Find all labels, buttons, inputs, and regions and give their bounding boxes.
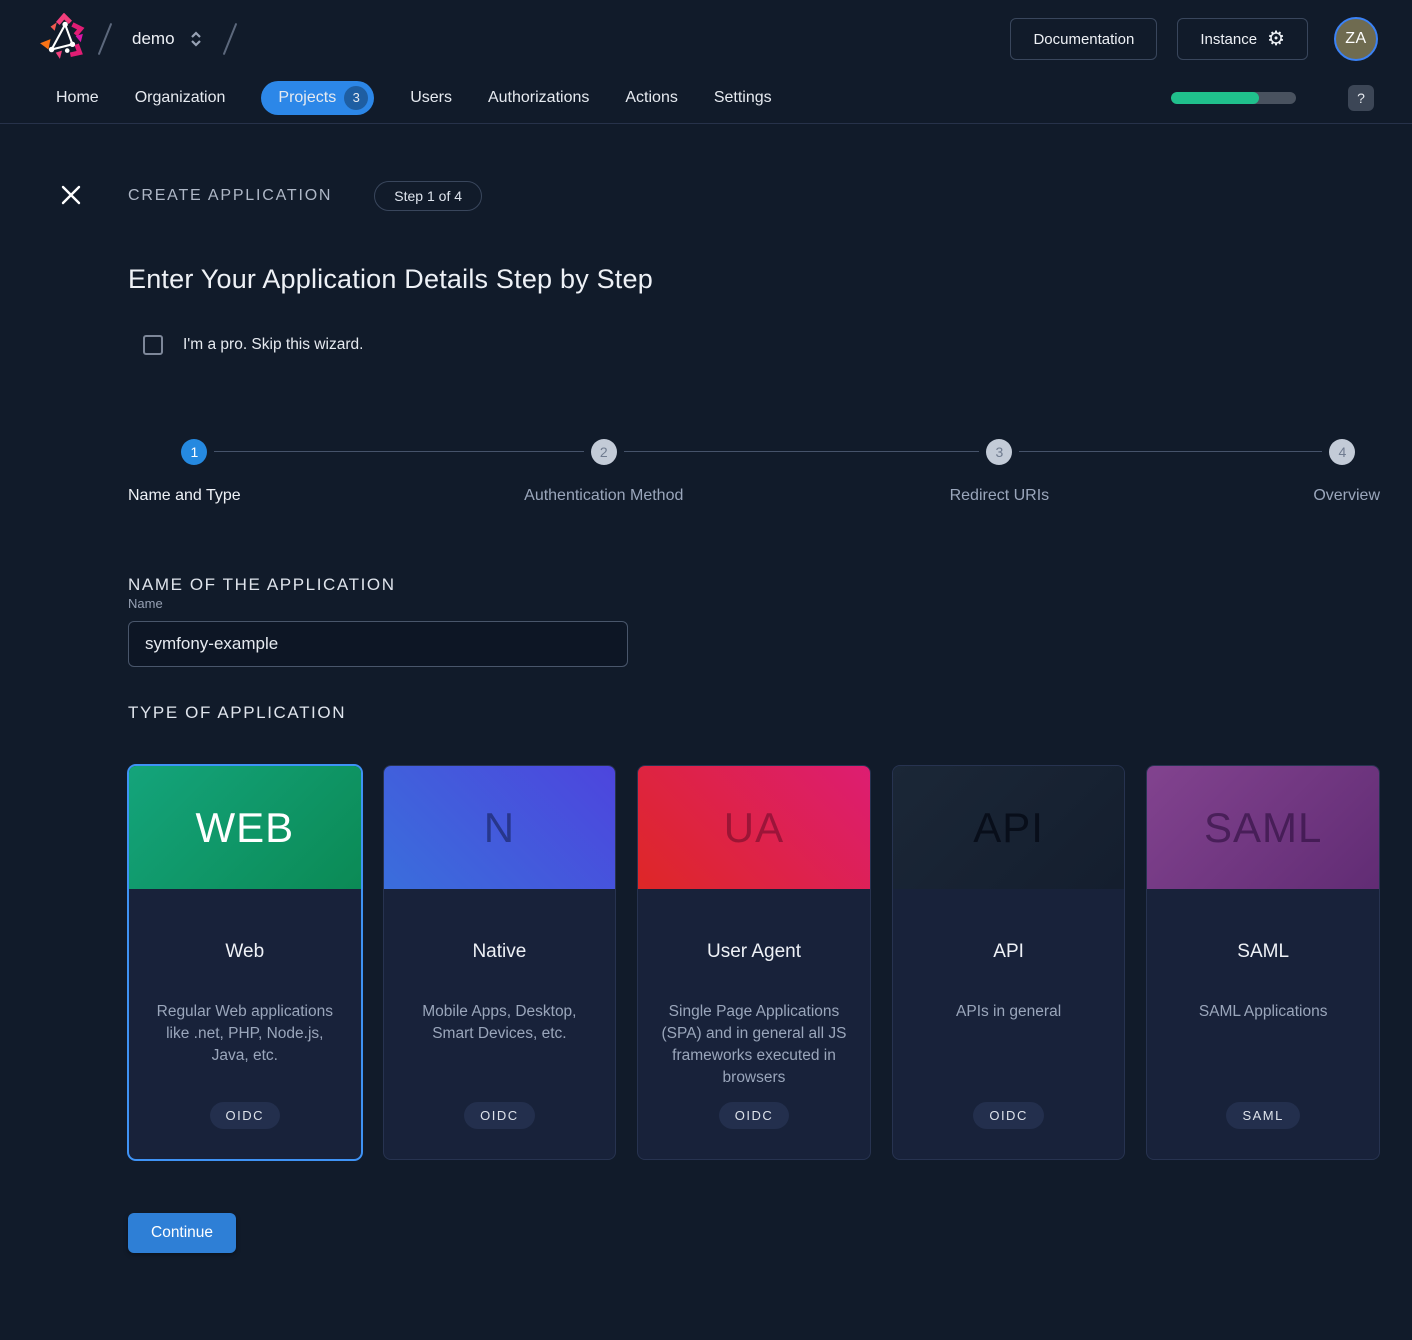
type-card-user-agent-header: UA — [638, 766, 870, 889]
projects-count-badge: 3 — [344, 86, 368, 110]
nav-item-home[interactable]: Home — [56, 83, 99, 113]
step-label-name-and-type: Name and Type — [128, 487, 241, 505]
step-indicator-badge: Step 1 of 4 — [374, 181, 482, 211]
type-card-saml-letter: SAML — [1204, 804, 1322, 852]
breadcrumb-separator — [98, 23, 113, 55]
type-card-saml-header: SAML — [1147, 766, 1379, 889]
type-card-description: SAML Applications — [1199, 1001, 1328, 1023]
application-type-cards: WEB Web Regular Web applications like .n… — [128, 765, 1380, 1160]
documentation-button[interactable]: Documentation — [1010, 18, 1157, 60]
wizard-header: CREATE APPLICATION Step 1 of 4 — [57, 181, 1412, 211]
type-card-web-body: Web Regular Web applications like .net, … — [129, 889, 361, 1159]
type-card-api-letter: API — [973, 804, 1044, 852]
type-card-native-body: Native Mobile Apps, Desktop, Smart Devic… — [384, 889, 616, 1159]
type-card-api-header: API — [893, 766, 1125, 889]
org-switcher-label[interactable]: demo — [132, 29, 175, 49]
skip-wizard-row[interactable]: I'm a pro. Skip this wizard. — [143, 335, 1412, 355]
zitadel-logo[interactable] — [38, 13, 86, 66]
instance-button-label: Instance — [1200, 31, 1257, 48]
protocol-badge: SAML — [1226, 1102, 1299, 1129]
stepper-connector — [214, 451, 583, 452]
type-card-title: SAML — [1237, 941, 1289, 963]
type-card-user-agent[interactable]: UA User Agent Single Page Applications (… — [637, 765, 871, 1160]
wizard-heading: Enter Your Application Details Step by S… — [128, 264, 1412, 295]
type-section-title: TYPE OF APPLICATION — [128, 703, 1412, 723]
type-card-native[interactable]: N Native Mobile Apps, Desktop, Smart Dev… — [383, 765, 617, 1160]
type-card-web-letter: WEB — [195, 804, 294, 852]
help-button[interactable]: ? — [1348, 85, 1374, 111]
type-card-user-agent-letter: UA — [724, 804, 784, 852]
type-card-description: Mobile Apps, Desktop, Smart Devices, etc… — [401, 1001, 599, 1045]
nav-item-projects-label: Projects — [278, 89, 336, 107]
close-icon[interactable] — [57, 182, 85, 210]
type-card-native-header: N — [384, 766, 616, 889]
breadcrumb-separator — [222, 23, 237, 55]
protocol-badge: OIDC — [973, 1102, 1044, 1129]
page-title: CREATE APPLICATION — [128, 187, 332, 205]
step-label-overview: Overview — [1313, 487, 1380, 505]
skip-wizard-checkbox[interactable] — [143, 335, 163, 355]
type-card-title: Web — [225, 941, 264, 963]
stepper-connector — [624, 451, 980, 452]
wizard-stepper: 1 2 3 4 Name and Type Authentication Met… — [128, 439, 1380, 517]
continue-button[interactable]: Continue — [128, 1213, 236, 1253]
documentation-button-label: Documentation — [1033, 31, 1134, 48]
protocol-badge: OIDC — [210, 1102, 281, 1129]
type-card-title: User Agent — [707, 941, 801, 963]
protocol-badge: OIDC — [719, 1102, 790, 1129]
type-card-saml[interactable]: SAML SAML SAML Applications SAML — [1146, 765, 1380, 1160]
type-card-title: API — [993, 941, 1024, 963]
nav-item-projects[interactable]: Projects 3 — [261, 81, 374, 115]
top-bar: demo Documentation Instance ⚙ ZA Home Or… — [0, 0, 1412, 124]
type-card-web[interactable]: WEB Web Regular Web applications like .n… — [128, 765, 362, 1160]
gear-icon: ⚙ — [1267, 29, 1285, 49]
step-circle-4: 4 — [1329, 439, 1355, 465]
type-card-description: Single Page Applications (SPA) and in ge… — [655, 1001, 853, 1089]
user-avatar[interactable]: ZA — [1334, 17, 1378, 61]
instance-button[interactable]: Instance ⚙ — [1177, 18, 1308, 60]
usage-progress-fill — [1171, 92, 1259, 104]
unfold-more-icon[interactable] — [189, 30, 203, 48]
nav-item-settings[interactable]: Settings — [714, 83, 772, 113]
usage-progress-bar — [1171, 92, 1296, 104]
type-card-user-agent-body: User Agent Single Page Applications (SPA… — [638, 889, 870, 1159]
type-card-saml-body: SAML SAML Applications SAML — [1147, 889, 1379, 1159]
nav-item-users[interactable]: Users — [410, 83, 452, 113]
nav-item-actions[interactable]: Actions — [625, 83, 677, 113]
header-row: demo Documentation Instance ⚙ ZA — [0, 0, 1412, 78]
step-circle-2: 2 — [591, 439, 617, 465]
step-label-authentication-method: Authentication Method — [524, 487, 683, 505]
name-section-title: NAME OF THE APPLICATION — [128, 575, 1412, 595]
skip-wizard-label: I'm a pro. Skip this wizard. — [183, 336, 363, 354]
create-application-page: CREATE APPLICATION Step 1 of 4 Enter You… — [0, 181, 1412, 1253]
type-card-description: APIs in general — [956, 1001, 1061, 1023]
step-circle-1: 1 — [181, 439, 207, 465]
nav-bar: Home Organization Projects 3 Users Autho… — [0, 78, 1412, 123]
type-card-title: Native — [472, 941, 526, 963]
step-label-redirect-uris: Redirect URIs — [950, 487, 1050, 505]
step-circle-3: 3 — [986, 439, 1012, 465]
application-name-input[interactable] — [128, 621, 628, 667]
name-field-label: Name — [128, 596, 163, 611]
type-card-web-header: WEB — [129, 766, 361, 889]
nav-item-authorizations[interactable]: Authorizations — [488, 83, 589, 113]
protocol-badge: OIDC — [464, 1102, 535, 1129]
type-card-api[interactable]: API API APIs in general OIDC — [892, 765, 1126, 1160]
stepper-connector — [1019, 451, 1322, 452]
nav-item-organization[interactable]: Organization — [135, 83, 226, 113]
type-card-native-letter: N — [484, 804, 515, 852]
type-card-description: Regular Web applications like .net, PHP,… — [146, 1001, 344, 1067]
type-card-api-body: API APIs in general OIDC — [893, 889, 1125, 1159]
